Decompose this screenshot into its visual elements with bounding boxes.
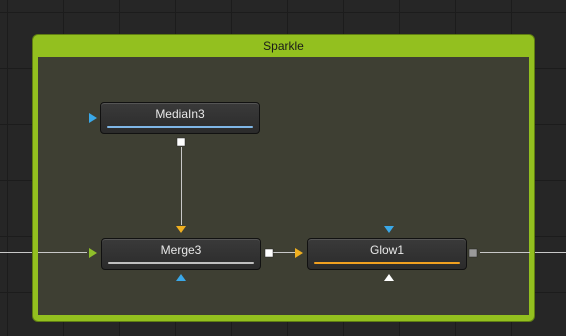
- glow-input-port[interactable]: [295, 248, 303, 258]
- node-editor-canvas[interactable]: Sparkle MediaIn3 Merge3 Glow1: [0, 0, 566, 336]
- glow-mask-input-port[interactable]: [384, 226, 394, 233]
- mediain-input-port[interactable]: [89, 113, 97, 123]
- merge-background-input-port[interactable]: [89, 248, 97, 258]
- merge-mask-input-port[interactable]: [176, 274, 186, 281]
- glow-effect-mask-input-port[interactable]: [384, 274, 394, 281]
- ports-layer: [89, 113, 478, 281]
- mediain-output-port[interactable]: [176, 137, 186, 147]
- merge-output-port[interactable]: [264, 248, 274, 258]
- merge-foreground-input-port[interactable]: [176, 226, 186, 233]
- glow-output-port[interactable]: [468, 248, 478, 258]
